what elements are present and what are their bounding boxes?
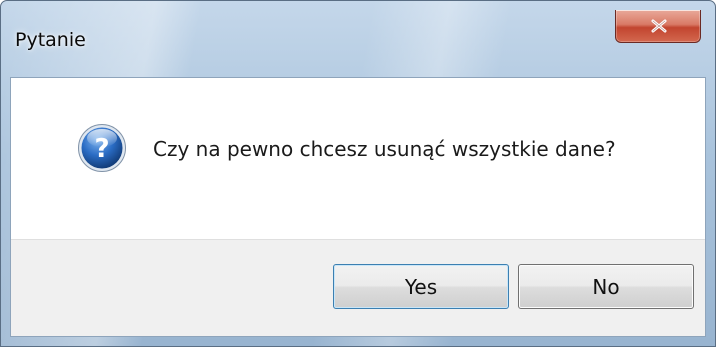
close-button[interactable] [615, 10, 701, 43]
dialog-window: Pytanie ? Czy na pewno chcesz usunąć wsz… [0, 0, 716, 347]
window-title: Pytanie [15, 29, 86, 51]
title-bar[interactable]: Pytanie [1, 1, 715, 77]
close-icon [651, 19, 667, 33]
svg-text:?: ? [94, 134, 109, 164]
yes-button[interactable]: Yes [333, 264, 509, 309]
button-bar: Yes No [11, 239, 705, 336]
no-button[interactable]: No [518, 264, 694, 309]
question-icon: ? [78, 124, 126, 172]
dialog-message: Czy na pewno chcesz usunąć wszystkie dan… [153, 137, 616, 161]
dialog-client-area: ? Czy na pewno chcesz usunąć wszystkie d… [10, 77, 706, 337]
message-area: ? Czy na pewno chcesz usunąć wszystkie d… [11, 78, 705, 239]
